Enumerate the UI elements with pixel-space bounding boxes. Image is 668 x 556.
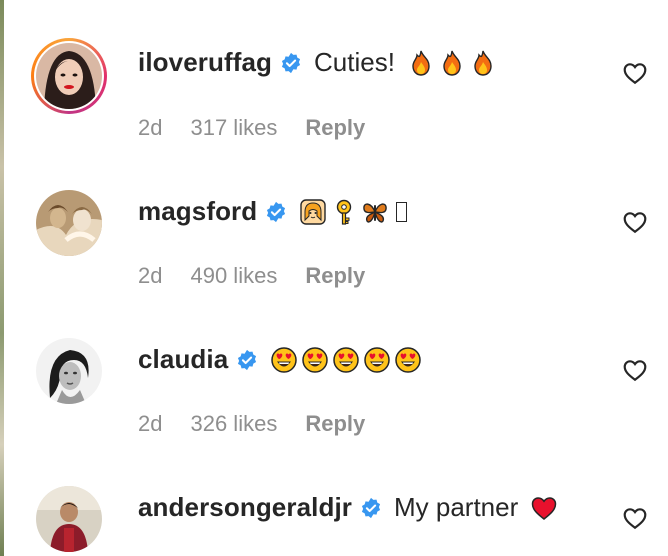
heart-eyes-emoji-icon <box>395 346 422 373</box>
like-heart-icon[interactable] <box>622 60 648 86</box>
comment-time[interactable]: 2d <box>138 115 162 141</box>
comment-main-line: andersongeraldjr My partner <box>138 492 558 523</box>
username-link[interactable]: magsford <box>138 196 257 227</box>
key-emoji-icon <box>337 199 352 225</box>
likes-count[interactable]: 326 likes <box>190 411 277 437</box>
emoji-group <box>270 346 422 374</box>
emoji-group <box>299 198 408 226</box>
fire-emoji-icon <box>412 50 430 76</box>
comment-main-line: iloveruffag Cuties! <box>138 47 497 78</box>
avatar[interactable] <box>36 486 102 552</box>
comment-main-line: magsford <box>138 196 408 227</box>
avatar[interactable] <box>36 190 102 256</box>
heart-eyes-emoji-icon <box>302 346 329 373</box>
comment-main-line: claudia <box>138 344 422 375</box>
reply-button[interactable]: Reply <box>305 411 365 437</box>
likes-count[interactable]: 490 likes <box>190 263 277 289</box>
verified-badge-icon <box>236 349 258 371</box>
emoji-group <box>407 49 497 77</box>
comment-meta: 2d 326 likes Reply <box>138 411 393 437</box>
comment-list: iloveruffag Cuties! 2d 317 likes Reply m… <box>0 0 668 556</box>
comment-item: iloveruffag Cuties! 2d 317 likes Reply <box>0 0 668 148</box>
avatar[interactable] <box>36 338 102 404</box>
heart-eyes-emoji-icon <box>333 346 360 373</box>
comment-meta: 2d 490 likes Reply <box>138 263 393 289</box>
like-heart-icon[interactable] <box>622 209 648 235</box>
fire-emoji-icon <box>443 50 461 76</box>
comment-text: Cuties! <box>314 47 395 77</box>
red-heart-emoji-icon <box>532 496 557 520</box>
comment-time[interactable]: 2d <box>138 411 162 437</box>
heart-eyes-emoji-icon <box>364 346 391 373</box>
reply-button[interactable]: Reply <box>305 263 365 289</box>
comment-text: My partner <box>394 492 519 522</box>
comment-meta: 2d 317 likes Reply <box>138 115 393 141</box>
username-link[interactable]: iloveruffag <box>138 47 272 78</box>
comment-time[interactable]: 2d <box>138 263 162 289</box>
likes-count[interactable]: 317 likes <box>190 115 277 141</box>
heart-eyes-emoji-icon <box>271 346 298 373</box>
butterfly-emoji-icon <box>363 202 387 223</box>
avatar[interactable] <box>36 43 102 109</box>
comment-item: magsford 2d 490 likes Reply <box>0 148 668 296</box>
fire-emoji-icon <box>474 50 492 76</box>
username-link[interactable]: claudia <box>138 344 228 375</box>
woman-emoji-icon <box>300 198 326 225</box>
comment-item: claudia 2d 326 likes Reply <box>0 296 668 444</box>
missing-glyph-box <box>396 201 408 222</box>
verified-badge-icon <box>360 497 382 519</box>
username-link[interactable]: andersongeraldjr <box>138 492 352 523</box>
reply-button[interactable]: Reply <box>305 115 365 141</box>
emoji-group <box>530 494 558 522</box>
verified-badge-icon <box>280 52 302 74</box>
like-heart-icon[interactable] <box>622 505 648 531</box>
verified-badge-icon <box>265 201 287 223</box>
comment-item: andersongeraldjr My partner <box>0 444 668 556</box>
like-heart-icon[interactable] <box>622 357 648 383</box>
